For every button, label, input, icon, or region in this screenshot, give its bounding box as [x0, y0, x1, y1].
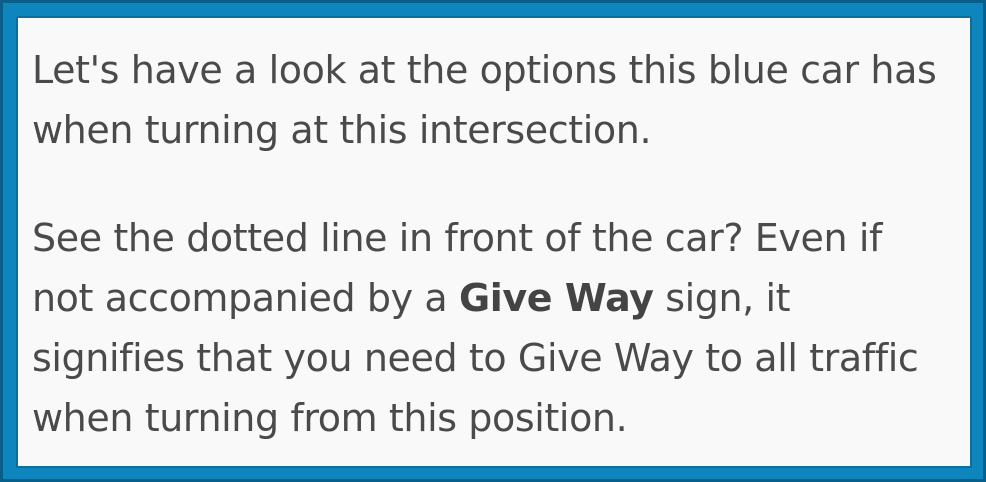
- paragraph-intro-line-2: when turning at this intersection.: [32, 108, 652, 152]
- paragraph-give-way-line-4: when turning from this position.: [32, 396, 628, 440]
- paragraph-intro-line-1: Let's have a look at the options this bl…: [32, 48, 937, 92]
- paragraph-give-way-line-2-before: not accompanied by a: [32, 276, 459, 320]
- paragraph-give-way-line-3: signifies that you need to Give Way to a…: [32, 336, 919, 380]
- outer-frame: Let's have a look at the options this bl…: [0, 0, 986, 482]
- content-panel: Let's have a look at the options this bl…: [16, 16, 972, 468]
- paragraph-give-way-line-2-after: sign, it: [653, 276, 791, 320]
- paragraph-intro: Let's have a look at the options this bl…: [32, 40, 956, 160]
- give-way-emphasis: Give Way: [458, 276, 654, 320]
- paragraph-give-way-line-1: See the dotted line in front of the car?…: [32, 216, 882, 260]
- paragraph-give-way: See the dotted line in front of the car?…: [32, 208, 956, 448]
